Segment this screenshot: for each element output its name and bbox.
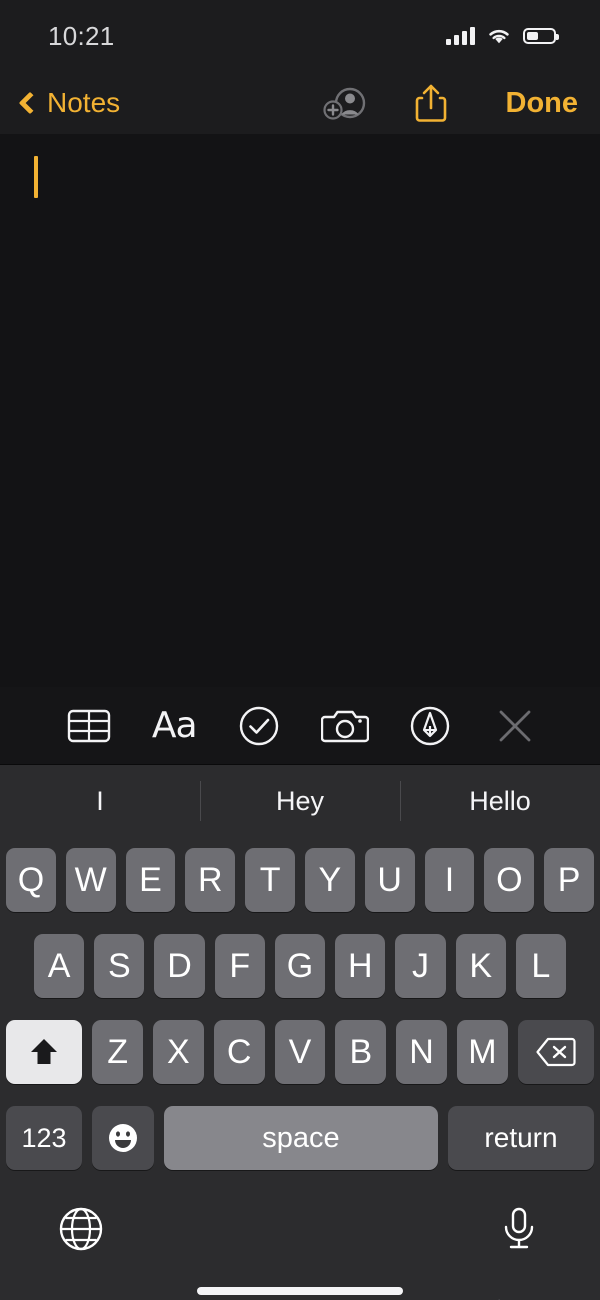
keyboard-bottom-row bbox=[6, 1181, 594, 1277]
backspace-key[interactable] bbox=[517, 1020, 594, 1084]
key-a[interactable]: A bbox=[34, 934, 85, 998]
on-screen-keyboard: I Hey Hello Q W E R T Y U I O P A S D F bbox=[0, 765, 600, 1300]
status-time: 10:21 bbox=[48, 20, 115, 51]
key-o[interactable]: O bbox=[484, 848, 535, 912]
key-k[interactable]: K bbox=[455, 934, 506, 998]
numeric-key[interactable]: 123 bbox=[6, 1106, 82, 1170]
keyboard-row-middle: A S D F G H J K L bbox=[6, 923, 594, 1009]
key-z[interactable]: Z bbox=[92, 1020, 143, 1084]
return-key[interactable]: return bbox=[448, 1106, 594, 1170]
predictive-text-bar: I Hey Hello bbox=[0, 765, 600, 837]
space-key[interactable]: space bbox=[164, 1106, 438, 1170]
key-r[interactable]: R bbox=[185, 848, 236, 912]
cellular-signal-icon bbox=[446, 27, 475, 45]
key-e[interactable]: E bbox=[125, 848, 176, 912]
wifi-icon bbox=[489, 29, 509, 44]
text-cursor bbox=[34, 156, 38, 198]
prediction-item-1[interactable]: Hey bbox=[200, 765, 400, 837]
text-format-icon[interactable]: Aa bbox=[147, 699, 201, 753]
shift-key[interactable] bbox=[6, 1020, 83, 1084]
nav-actions: Done bbox=[322, 82, 579, 124]
markup-icon[interactable] bbox=[403, 699, 457, 753]
emoji-smiley-icon bbox=[109, 1124, 137, 1152]
back-button-label: Notes bbox=[47, 87, 121, 118]
chevron-left-icon bbox=[18, 91, 42, 115]
close-icon[interactable] bbox=[488, 699, 542, 753]
key-v[interactable]: V bbox=[274, 1020, 326, 1084]
keyboard-row-bottom: Z X C V B N M bbox=[6, 1009, 594, 1095]
checklist-icon[interactable] bbox=[232, 699, 286, 753]
key-s[interactable]: S bbox=[94, 934, 145, 998]
key-t[interactable]: T bbox=[245, 848, 295, 912]
microphone-icon[interactable] bbox=[496, 1206, 542, 1252]
key-x[interactable]: X bbox=[153, 1020, 204, 1084]
emoji-key[interactable] bbox=[92, 1106, 154, 1170]
keyboard-row-space: 123 space return bbox=[6, 1095, 594, 1181]
key-w[interactable]: W bbox=[65, 848, 116, 912]
prediction-item-0[interactable]: I bbox=[0, 765, 200, 837]
key-j[interactable]: J bbox=[395, 934, 446, 998]
status-bar: 10:21 bbox=[0, 0, 600, 72]
share-icon[interactable] bbox=[414, 82, 448, 124]
key-u[interactable]: U bbox=[364, 848, 415, 912]
iphone-screen: 10:21 Notes Done Aa I Hey Hello Q W E R … bbox=[0, 0, 600, 1300]
backspace-icon bbox=[536, 1037, 576, 1067]
table-icon[interactable] bbox=[62, 699, 116, 753]
battery-icon bbox=[523, 28, 559, 44]
key-y[interactable]: Y bbox=[305, 848, 355, 912]
key-l[interactable]: L bbox=[515, 934, 566, 998]
key-p[interactable]: P bbox=[544, 848, 594, 912]
camera-icon[interactable] bbox=[318, 699, 372, 753]
back-to-notes-button[interactable]: Notes bbox=[14, 87, 120, 119]
home-indicator[interactable] bbox=[197, 1287, 403, 1295]
note-editing-toolbar: Aa bbox=[0, 687, 600, 765]
prediction-item-2[interactable]: Hello bbox=[400, 765, 600, 837]
note-text-area[interactable] bbox=[0, 134, 600, 687]
key-i[interactable]: I bbox=[424, 848, 475, 912]
shift-arrow-icon bbox=[31, 1039, 58, 1064]
keys-area: Q W E R T Y U I O P A S D F G H J K L Z … bbox=[0, 837, 600, 1300]
status-indicators bbox=[446, 26, 559, 46]
key-n[interactable]: N bbox=[396, 1020, 447, 1084]
key-q[interactable]: Q bbox=[6, 848, 56, 912]
add-person-icon[interactable] bbox=[322, 86, 366, 120]
key-b[interactable]: B bbox=[335, 1020, 387, 1084]
key-f[interactable]: F bbox=[214, 934, 265, 998]
key-m[interactable]: M bbox=[456, 1020, 508, 1084]
globe-icon[interactable] bbox=[58, 1206, 104, 1252]
home-indicator-area: www.deuaq.com bbox=[6, 1277, 594, 1300]
key-c[interactable]: C bbox=[213, 1020, 265, 1084]
key-g[interactable]: G bbox=[274, 934, 326, 998]
key-d[interactable]: D bbox=[154, 934, 205, 998]
navigation-bar: Notes Done bbox=[0, 72, 600, 134]
done-button[interactable]: Done bbox=[506, 87, 579, 120]
key-h[interactable]: H bbox=[335, 934, 386, 998]
keyboard-row-top: Q W E R T Y U I O P bbox=[6, 837, 594, 923]
